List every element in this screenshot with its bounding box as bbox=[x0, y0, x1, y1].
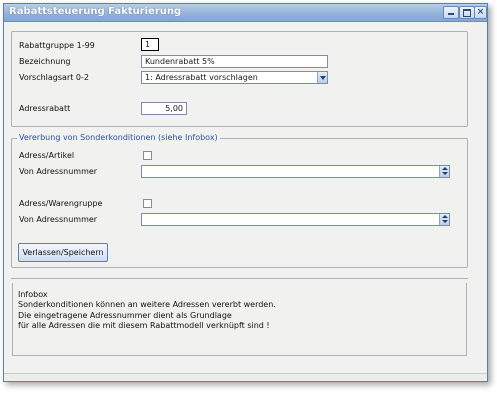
von-adressnummer-1-label: Von Adressnummer bbox=[19, 167, 98, 176]
main-settings-group: Rabattgruppe 1-99 1 Bezeichnung Kundenra… bbox=[11, 31, 468, 127]
rabattgruppe-input[interactable]: 1 bbox=[141, 38, 159, 51]
window-title: Rabattsteuerung Fakturierung bbox=[9, 6, 182, 17]
infobox-line: Sonderkonditionen können an weitere Adre… bbox=[18, 300, 276, 309]
infobox-line: Die eingetragene Adressnummer dient als … bbox=[18, 311, 232, 320]
down-arrow-icon bbox=[442, 220, 448, 223]
section-divider bbox=[11, 278, 468, 279]
chevron-down-icon bbox=[320, 76, 326, 80]
minimize-button[interactable] bbox=[443, 6, 459, 19]
von-adressnummer-2-select[interactable] bbox=[141, 213, 450, 226]
title-bar[interactable]: Rabattsteuerung Fakturierung × bbox=[4, 4, 487, 22]
save-button[interactable]: Verlassen/Speichern bbox=[18, 243, 108, 262]
von-adressnummer-1-select[interactable] bbox=[141, 165, 450, 178]
infobox-title: Infobox bbox=[18, 290, 48, 299]
infobox-line: für alle Adressen die mit diesem Rabattm… bbox=[18, 321, 270, 330]
maximize-icon bbox=[463, 9, 471, 17]
adress-warengruppe-label: Adress/Warengruppe bbox=[19, 199, 103, 208]
vorschlagsart-dropdown-button[interactable] bbox=[317, 72, 327, 83]
minimize-icon bbox=[448, 13, 454, 15]
dialog-window: Rabattsteuerung Fakturierung × Rabattgru… bbox=[3, 3, 488, 382]
adress-warengruppe-checkbox[interactable] bbox=[143, 199, 152, 208]
von-adressnummer-2-dropdown-button[interactable] bbox=[439, 214, 449, 225]
adressrabatt-input[interactable]: 5,00 bbox=[141, 102, 187, 115]
bezeichnung-input[interactable]: Kundenrabatt 5% bbox=[141, 55, 328, 68]
von-adressnummer-1-dropdown-button[interactable] bbox=[439, 166, 449, 177]
down-arrow-icon bbox=[442, 172, 448, 175]
up-arrow-icon bbox=[442, 215, 448, 218]
close-icon: × bbox=[476, 7, 485, 17]
infobox: Infobox Sonderkonditionen können an weit… bbox=[12, 283, 467, 356]
bezeichnung-label: Bezeichnung bbox=[19, 57, 71, 66]
von-adressnummer-2-label: Von Adressnummer bbox=[19, 215, 98, 224]
close-button[interactable]: × bbox=[474, 6, 487, 19]
adress-artikel-label: Adress/Artikel bbox=[19, 151, 75, 160]
vorschlagsart-value: 1: Adressrabatt vorschlagen bbox=[145, 73, 258, 82]
rabattgruppe-label: Rabattgruppe 1-99 bbox=[19, 41, 95, 50]
adress-artikel-checkbox[interactable] bbox=[143, 151, 152, 160]
inheritance-legend: Vererbung von Sonderkonditionen (siehe I… bbox=[17, 133, 220, 142]
vorschlagsart-select[interactable]: 1: Adressrabatt vorschlagen bbox=[141, 71, 328, 84]
adressrabatt-label: Adressrabatt bbox=[19, 104, 71, 113]
status-bar bbox=[4, 373, 487, 381]
vorschlagsart-label: Vorschlagsart 0-2 bbox=[19, 73, 89, 82]
up-arrow-icon bbox=[442, 167, 448, 170]
maximize-button[interactable] bbox=[459, 6, 475, 19]
